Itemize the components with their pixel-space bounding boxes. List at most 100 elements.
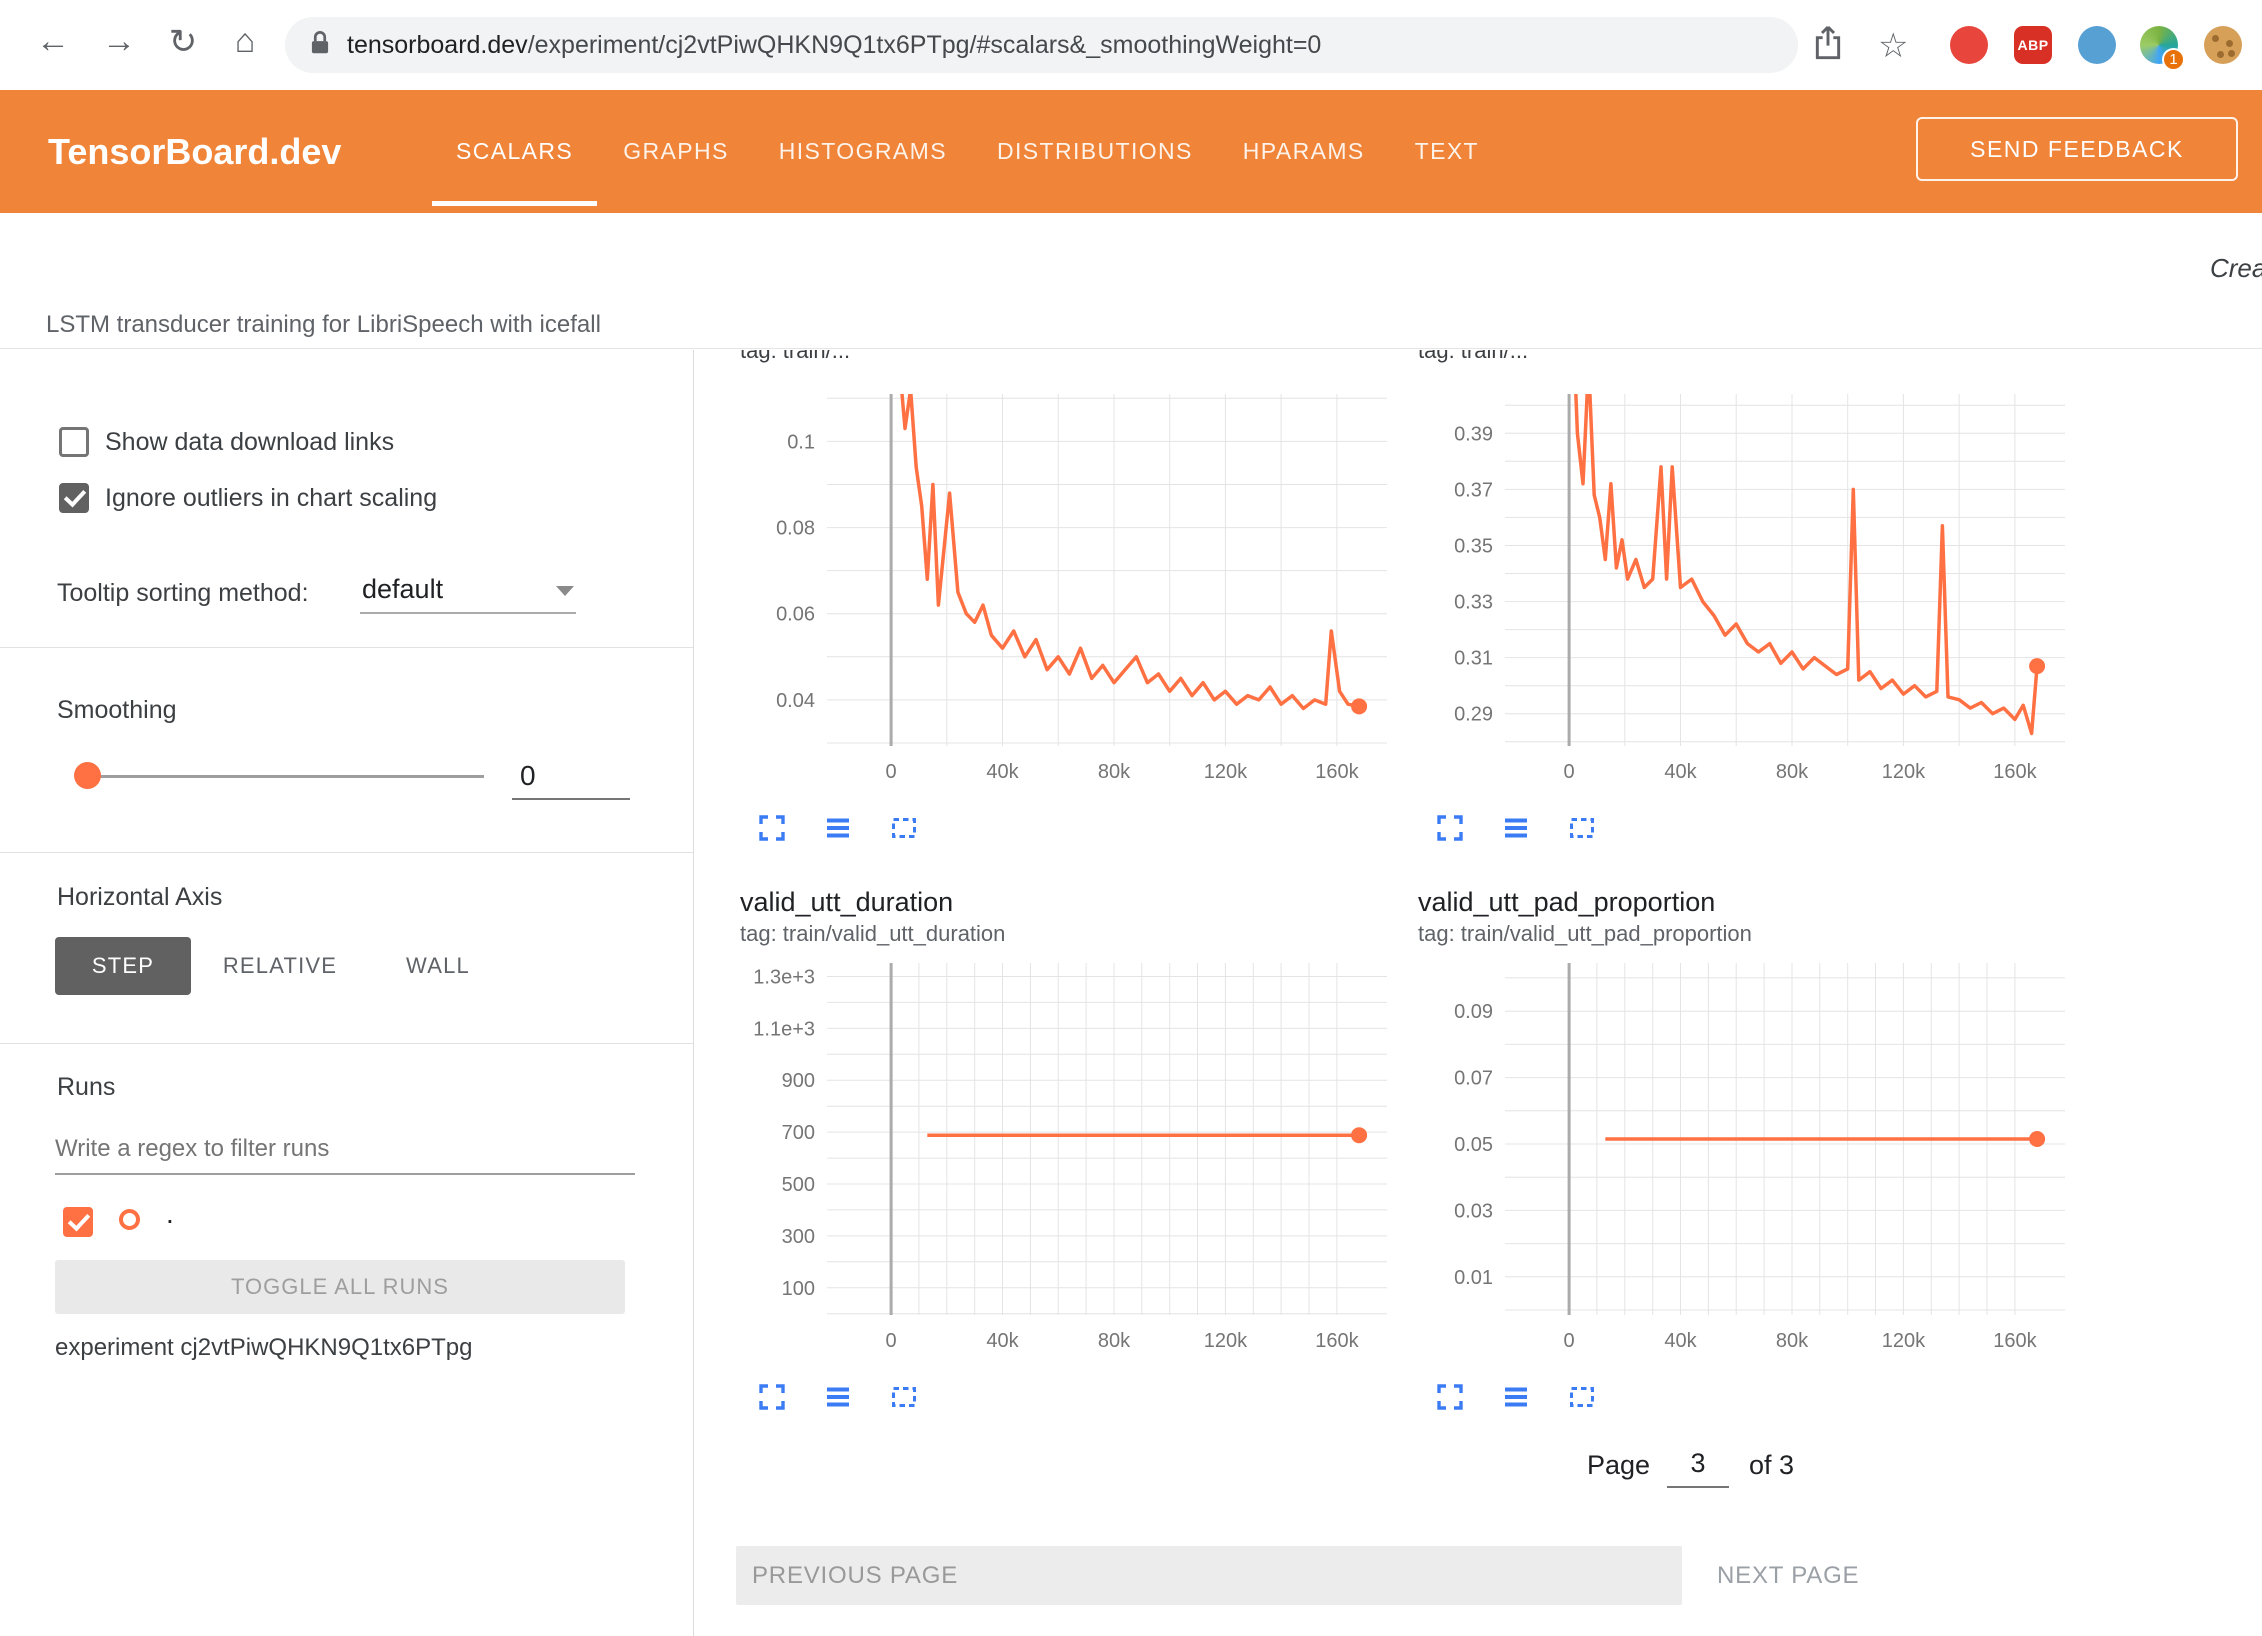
extension-adblock-icon[interactable] — [1950, 26, 1988, 64]
smoothing-slider-track[interactable] — [88, 775, 484, 778]
svg-text:160k: 160k — [1315, 1330, 1359, 1352]
divider — [0, 852, 693, 853]
screen: ← → ↻ ⌂ tensorboard.dev/experiment/cj2vt… — [0, 0, 2262, 1636]
fit-domain-icon[interactable] — [1566, 1381, 1598, 1413]
charts-grid: tag: train/...0.040.060.080.1040k80k120k… — [695, 350, 2262, 1636]
reload-icon[interactable]: ↻ — [160, 22, 206, 62]
extension-abp-icon[interactable]: ABP — [2014, 26, 2052, 64]
home-icon[interactable]: ⌂ — [222, 22, 268, 61]
svg-text:160k: 160k — [1315, 761, 1359, 783]
ignore-outliers-label: Ignore outliers in chart scaling — [105, 483, 437, 513]
notification-badge: 1 — [2162, 48, 2185, 71]
tab-text[interactable]: TEXT — [1415, 90, 1479, 213]
svg-text:0: 0 — [1564, 761, 1575, 783]
tooltip-sorting-select[interactable]: default — [360, 568, 576, 614]
line-chart[interactable]: 1003005007009001.1e+31.3e+3040k80k120k16… — [732, 959, 1392, 1361]
svg-text:900: 900 — [782, 1070, 815, 1092]
svg-text:0.04: 0.04 — [776, 690, 815, 712]
experiment-subheader: Crea LSTM transducer training for LibriS… — [0, 213, 2262, 349]
svg-text:40k: 40k — [1664, 761, 1697, 783]
page-of-label: of 3 — [1749, 1450, 1794, 1481]
svg-text:160k: 160k — [1993, 1330, 2037, 1352]
svg-text:500: 500 — [782, 1174, 815, 1196]
chart-tag-clipped: tag: train/... — [740, 350, 1360, 363]
nav-tabs: SCALARS GRAPHS HISTOGRAMS DISTRIBUTIONS HPAR… — [456, 90, 1479, 213]
run-color-swatch[interactable] — [119, 1209, 140, 1230]
axis-step-button[interactable]: STEP — [55, 937, 191, 995]
next-page-button[interactable]: NEXT PAGE — [1717, 1546, 1859, 1605]
svg-text:120k: 120k — [1882, 761, 1926, 783]
url-domain: tensorboard.dev — [347, 31, 528, 59]
profile-avatar[interactable]: 1 — [2140, 26, 2178, 64]
axis-relative-button[interactable]: RELATIVE — [212, 937, 348, 995]
runs-filter-input[interactable] — [55, 1125, 635, 1175]
svg-text:1.1e+3: 1.1e+3 — [753, 1018, 815, 1040]
tab-distributions[interactable]: DISTRIBUTIONS — [997, 90, 1193, 213]
fit-domain-icon[interactable] — [888, 812, 920, 844]
svg-text:160k: 160k — [1993, 761, 2037, 783]
fit-domain-icon[interactable] — [1566, 812, 1598, 844]
extension-cookie-icon[interactable] — [2204, 26, 2242, 64]
horizontal-axis-label: Horizontal Axis — [57, 882, 222, 912]
svg-text:0: 0 — [886, 1330, 897, 1352]
bookmark-star-icon[interactable]: ☆ — [1878, 26, 1908, 66]
chart-toolbar — [756, 1381, 920, 1413]
fullscreen-icon[interactable] — [1434, 812, 1466, 844]
svg-text:120k: 120k — [1204, 761, 1248, 783]
svg-text:80k: 80k — [1776, 761, 1809, 783]
page-number-input[interactable] — [1667, 1440, 1729, 1488]
line-chart[interactable]: 0.290.310.330.350.370.39040k80k120k160k — [1410, 390, 2070, 792]
svg-text:0.1: 0.1 — [787, 431, 815, 453]
chart-toolbar — [1434, 812, 1598, 844]
forward-icon[interactable]: → — [96, 22, 142, 61]
share-icon[interactable] — [1812, 24, 1844, 67]
extension-blue-icon[interactable] — [2078, 26, 2116, 64]
fit-domain-icon[interactable] — [888, 1381, 920, 1413]
smoothing-slider-thumb[interactable] — [74, 762, 101, 789]
ignore-outliers-checkbox[interactable] — [59, 483, 89, 513]
chart-tag: tag: train/valid_utt_pad_proportion — [1418, 921, 1752, 947]
svg-text:0.03: 0.03 — [1454, 1200, 1493, 1222]
tab-histograms[interactable]: HISTOGRAMS — [779, 90, 947, 213]
show-download-label: Show data download links — [105, 427, 394, 457]
tab-scalars[interactable]: SCALARS — [456, 90, 573, 213]
svg-text:80k: 80k — [1098, 1330, 1131, 1352]
back-icon[interactable]: ← — [30, 22, 76, 61]
svg-text:0.37: 0.37 — [1454, 479, 1493, 501]
run-checkbox[interactable] — [63, 1207, 93, 1237]
axis-wall-button[interactable]: WALL — [390, 937, 486, 995]
chart-tag: tag: train/valid_utt_duration — [740, 921, 1005, 947]
runs-selector-icon[interactable] — [822, 1381, 854, 1413]
runs-selector-icon[interactable] — [822, 812, 854, 844]
svg-text:0.39: 0.39 — [1454, 423, 1493, 445]
svg-text:80k: 80k — [1776, 1330, 1809, 1352]
runs-selector-icon[interactable] — [1500, 812, 1532, 844]
app-logo: TensorBoard.dev — [48, 90, 341, 213]
chart-tag-clipped: tag: train/... — [1418, 350, 2038, 363]
smoothing-value-input[interactable] — [512, 754, 630, 800]
tab-graphs[interactable]: GRAPHS — [623, 90, 729, 213]
fullscreen-icon[interactable] — [756, 1381, 788, 1413]
previous-page-button[interactable]: PREVIOUS PAGE — [736, 1546, 1682, 1605]
svg-text:0: 0 — [886, 761, 897, 783]
fullscreen-icon[interactable] — [1434, 1381, 1466, 1413]
line-chart[interactable]: 0.040.060.080.1040k80k120k160k — [732, 390, 1392, 792]
experiment-description: LSTM transducer training for LibriSpeech… — [46, 311, 601, 339]
svg-text:80k: 80k — [1098, 761, 1131, 783]
toggle-all-runs-button[interactable]: TOGGLE ALL RUNS — [55, 1260, 625, 1314]
runs-selector-icon[interactable] — [1500, 1381, 1532, 1413]
svg-text:1.3e+3: 1.3e+3 — [753, 967, 815, 989]
app-header: TensorBoard.dev SCALARS GRAPHS HISTOGRAMS D… — [0, 90, 2262, 213]
address-bar[interactable]: tensorboard.dev/experiment/cj2vtPiwQHKN9… — [285, 17, 1798, 73]
line-chart[interactable]: 0.010.030.050.070.09040k80k120k160k — [1410, 959, 2070, 1361]
svg-text:0.01: 0.01 — [1454, 1267, 1493, 1289]
fullscreen-icon[interactable] — [756, 812, 788, 844]
tab-hparams[interactable]: HPARAMS — [1243, 90, 1365, 213]
show-download-checkbox[interactable] — [59, 427, 89, 457]
svg-text:0.35: 0.35 — [1454, 536, 1493, 558]
smoothing-label: Smoothing — [57, 695, 177, 725]
send-feedback-button[interactable]: SEND FEEDBACK — [1916, 117, 2238, 181]
svg-text:100: 100 — [782, 1278, 815, 1300]
svg-text:0: 0 — [1564, 1330, 1575, 1352]
svg-text:700: 700 — [782, 1122, 815, 1144]
